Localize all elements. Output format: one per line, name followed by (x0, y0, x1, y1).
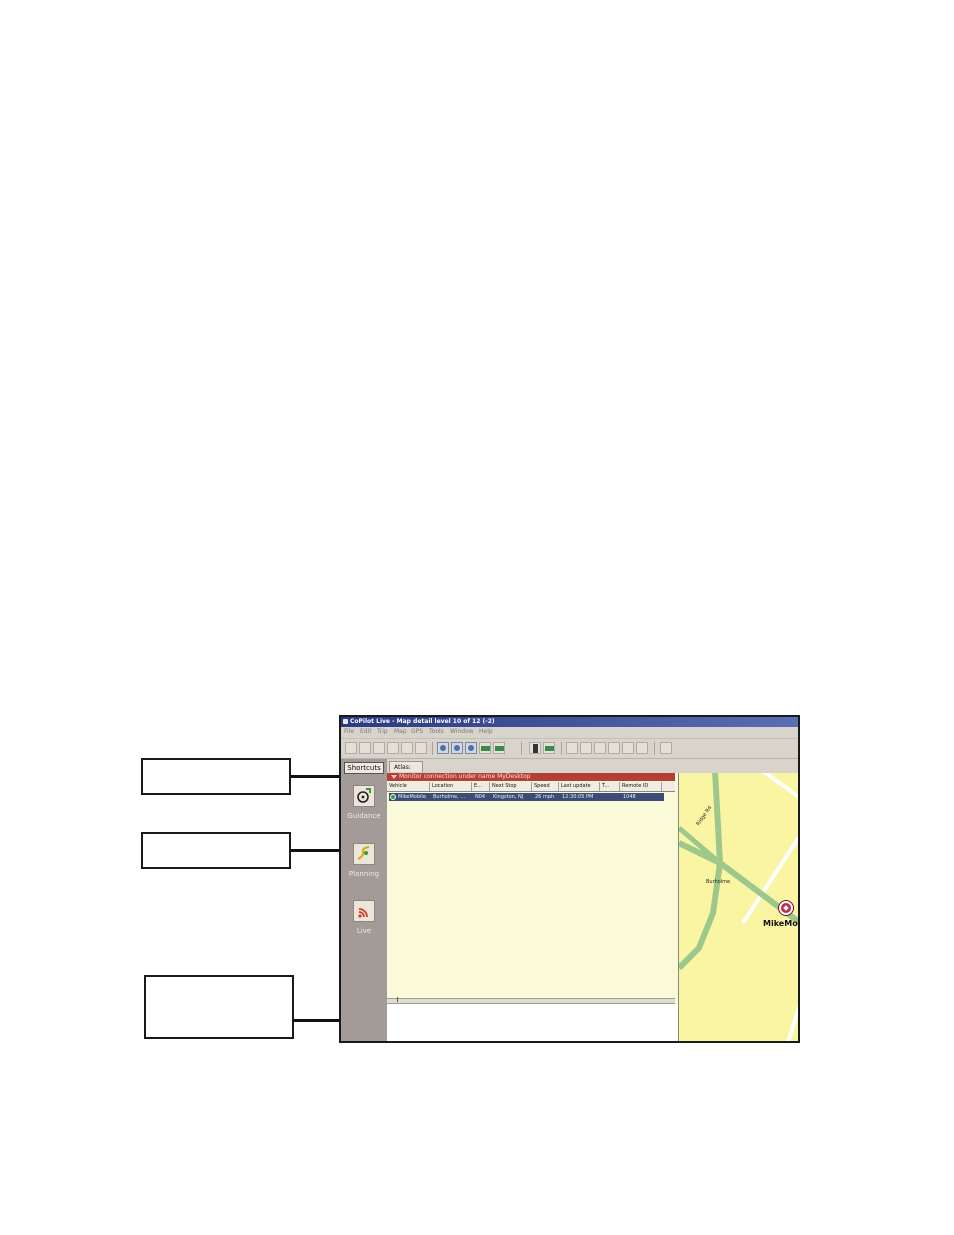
toolbar-sign-icon[interactable] (622, 742, 634, 754)
planning-button[interactable] (353, 843, 375, 865)
table-row[interactable]: MikeMobile Burholme, ... N04 Kingston, N… (389, 793, 664, 801)
toolbar-zoom-out-icon[interactable] (465, 742, 477, 754)
vehicle-status-icon (390, 794, 396, 800)
title-bar: CoPilot Live - Map detail level 10 of 12… (341, 717, 798, 727)
collapse-triangle-icon[interactable] (391, 775, 397, 779)
column-header-vehicle[interactable]: Vehicle (387, 782, 430, 791)
column-header-remote-id[interactable]: Remote ID (620, 782, 662, 791)
toolbar-globe-icon[interactable] (437, 742, 449, 754)
toolbar-copy-icon[interactable] (401, 742, 413, 754)
callout-box-top (141, 758, 291, 795)
cell-next-stop: Kingston, NJ (493, 794, 524, 800)
toolbar-avoid-icon[interactable] (636, 742, 648, 754)
menu-edit[interactable]: Edit (360, 727, 372, 737)
message-area[interactable] (387, 1004, 679, 1041)
menu-tools[interactable]: Tools (429, 727, 444, 737)
tab-atlas[interactable]: Atlas: (389, 761, 423, 772)
toolbar-redo-icon[interactable] (594, 742, 606, 754)
toolbar-open-icon[interactable] (359, 742, 371, 754)
steering-wheel-icon (357, 788, 371, 803)
cell-remote-id: 1048 (623, 794, 636, 800)
live-button[interactable] (353, 900, 375, 922)
app-icon (343, 719, 348, 724)
toolbar-undo-icon[interactable] (580, 742, 592, 754)
place-label: Burholme (706, 879, 731, 885)
toolbar-new-icon[interactable] (345, 742, 357, 754)
scrollbar-thumb[interactable] (397, 997, 398, 1002)
monitor-connection-text: Monitor connection under name MyDesktop (399, 773, 531, 780)
route-planning-icon (357, 845, 370, 860)
toolbar-separator (654, 742, 655, 755)
cell-t (602, 793, 622, 801)
monitor-connection-bar[interactable]: Monitor connection under name MyDesktop (387, 773, 675, 781)
toolbar-save-icon[interactable] (373, 742, 385, 754)
toolbar-detour-icon[interactable] (608, 742, 620, 754)
toolbar-separator (521, 742, 522, 755)
column-header-eta[interactable]: E... (472, 782, 490, 791)
menu-bar: File Edit Trip Map GPS Tools Window Help (341, 727, 798, 737)
toolbar-route-icon[interactable] (529, 742, 541, 754)
toolbar-separator (561, 742, 562, 755)
map-view[interactable]: Ridge Rd Burholme MikeMobi (678, 773, 798, 1041)
toolbar-zoom-in-icon[interactable] (451, 742, 463, 754)
column-header-speed[interactable]: Speed (532, 782, 559, 791)
window-title: CoPilot Live - Map detail level 10 of 12… (350, 718, 495, 725)
toolbar-help-icon[interactable] (660, 742, 672, 754)
guidance-label: Guidance (347, 812, 381, 820)
toolbar-map-view-icon[interactable] (543, 742, 555, 754)
toolbar-paste-icon[interactable] (415, 742, 427, 754)
live-signal-icon (358, 908, 368, 918)
shortcuts-button[interactable]: Shortcuts (344, 762, 384, 774)
column-header-last-update[interactable]: Last update (559, 782, 600, 791)
menu-gps[interactable]: GPS (411, 727, 423, 737)
column-header-t[interactable]: T... (600, 782, 620, 791)
menu-file[interactable]: File (344, 727, 354, 737)
shortcuts-sidebar: Shortcuts Guidance Planning Live (341, 759, 387, 1041)
menu-trip[interactable]: Trip (377, 727, 388, 737)
guidance-button[interactable] (353, 785, 375, 807)
callout-box-middle (141, 832, 291, 869)
cell-vehicle: MikeMobile (398, 794, 426, 800)
toolbar-stop-icon[interactable] (566, 742, 578, 754)
toolbar (341, 738, 798, 759)
column-header-location[interactable]: Location (430, 782, 472, 791)
cell-location: Burholme, ... (433, 794, 466, 800)
copilot-window: CoPilot Live - Map detail level 10 of 12… (339, 715, 800, 1043)
cell-last-update: 12:30:05 PM (562, 794, 594, 800)
toolbar-map-usa-icon[interactable] (493, 742, 505, 754)
cell-eta: N04 (475, 794, 486, 800)
planning-label: Planning (348, 870, 380, 878)
vehicle-marker-icon[interactable] (779, 901, 793, 915)
menu-help[interactable]: Help (479, 727, 493, 737)
menu-map[interactable]: Map (394, 727, 407, 737)
cell-speed: 26 mph (535, 794, 555, 800)
menu-window[interactable]: Window (450, 727, 474, 737)
toolbar-separator (432, 742, 433, 755)
callout-box-bottom (144, 975, 294, 1039)
vehicle-map-label: MikeMobi (763, 919, 798, 928)
column-header-next-stop[interactable]: Next Stop (490, 782, 532, 791)
live-label: Live (356, 927, 372, 935)
toolbar-print-icon[interactable] (387, 742, 399, 754)
toolbar-map-region-icon[interactable] (479, 742, 491, 754)
vehicle-monitor-panel: Monitor connection under name MyDesktop … (387, 773, 679, 1041)
vehicle-table-header: Vehicle Location E... Next Stop Speed La… (387, 782, 675, 792)
